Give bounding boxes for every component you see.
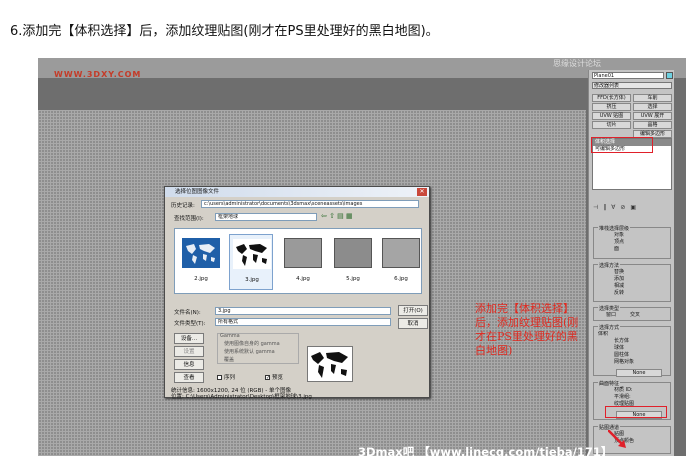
configure-icon[interactable]: ▣ [630, 204, 641, 211]
option-material-id[interactable]: 材质 ID: [594, 387, 670, 394]
modifier-list-dropdown[interactable]: 修改器列表 [592, 82, 672, 89]
gamma-title: Gamma [220, 333, 240, 339]
select-by-group: 选择方法 替换 添加 相减 反转 [593, 262, 671, 302]
select-bitmap-dialog: 选择位图图像文件 ✕ 历史记录: c:\users\administrator\… [164, 186, 430, 400]
thumbnail-item[interactable]: 2.jpg [179, 234, 223, 290]
filetype-dropdown[interactable]: 所有格式 [215, 318, 391, 326]
thumbnail-label: 4.jpg [296, 276, 310, 282]
option-mesh-object[interactable]: 网格对象 [594, 359, 670, 366]
option-box[interactable]: 长方体 [594, 338, 670, 345]
gamma-option-image[interactable]: 使用图像自身的 gamma [224, 340, 280, 347]
select-button[interactable]: 选择 [633, 103, 672, 111]
screenshot-image [284, 238, 322, 268]
ffd-box-button[interactable]: FFD(长方体) [592, 94, 631, 102]
option-vertex[interactable]: 顶点 [594, 239, 670, 246]
unique-icon[interactable]: ∀ [611, 204, 620, 211]
sequence-label: 序列 [224, 375, 236, 381]
object-name-field[interactable]: Plane01 [592, 72, 664, 79]
gamma-option-system[interactable]: 使用系统默认 gamma [224, 348, 275, 355]
info-button[interactable]: 信息 [174, 359, 204, 370]
lathe-button[interactable]: 车削 [633, 94, 672, 102]
annotation-text: 添加完【体积选择】后，添加纹理贴图(刚才在PS里处理好的黑白地图) [475, 302, 579, 357]
thumbnail-label: 5.jpg [346, 276, 360, 282]
viewport-header [38, 78, 586, 110]
option-map[interactable]: 贴图 [594, 431, 670, 438]
group-title: 选择方法 [598, 262, 621, 269]
max-screenshot: WWW.3DXY.COM 思缘设计论坛 Plane01 修改器列表 FFD(长方… [38, 58, 686, 456]
thumbnail-item[interactable]: 5.jpg [331, 234, 375, 290]
navigation-icons[interactable]: ⇦ ⇧ ▤ ▦ [321, 212, 353, 220]
option-face[interactable]: 面 [594, 246, 670, 253]
setup-button[interactable]: 设备... [174, 333, 204, 344]
filetype-label: 文件类型(T): [174, 321, 206, 327]
cancel-button[interactable]: 取消 [398, 318, 428, 329]
pin-stack-icon[interactable]: ⊣ [593, 204, 603, 211]
slice-button[interactable]: 切片 [592, 121, 631, 129]
preview-label: 预览 [272, 375, 284, 381]
settings-button[interactable]: 设置 [174, 346, 204, 357]
history-dropdown[interactable]: c:\users\administrator\documents\3dsmax\… [201, 200, 419, 208]
dialog-title: 选择位图图像文件 [175, 189, 220, 195]
lookin-label: 查找范围(I): [174, 216, 204, 222]
texture-none-highlight [605, 406, 667, 418]
group-title: 曲面特征 [598, 380, 621, 387]
option-replace[interactable]: 替换 [594, 269, 670, 276]
filename-input[interactable]: 3.jpg [215, 307, 391, 315]
screenshot-image [382, 238, 420, 268]
object-color-swatch[interactable] [666, 72, 673, 79]
open-button[interactable]: 打开(O) [398, 305, 428, 316]
bw-map-image [233, 239, 271, 269]
option-add[interactable]: 添加 [594, 276, 670, 283]
remove-modifier-icon[interactable]: ⊘ [620, 204, 630, 211]
select-by-volume-group: 选择方式 体积 长方体 球体 圆柱体 网格对象 None [593, 324, 671, 377]
screenshot-image [334, 238, 372, 268]
file-thumbnail-list: 2.jpg 3.jpg 4.jpg 5.jpg 6.jpg [174, 228, 422, 294]
thumbnail-item[interactable]: 6.jpg [379, 234, 423, 290]
uvw-map-button[interactable]: UVW 贴图 [592, 112, 631, 120]
stack-toolbar: ⊣‖∀⊘▣ [593, 204, 671, 212]
gamma-option-override[interactable]: 覆盖 [224, 356, 234, 363]
thumbnail-item[interactable]: 4.jpg [281, 234, 325, 290]
command-panel: Plane01 修改器列表 FFD(长方体) 车削 挤压 选择 UVW 贴图 U… [588, 70, 674, 456]
footer-watermark: 3Dmax吧 【www.linecg.com/tieba/171】 [358, 445, 613, 456]
dialog-titlebar: 选择位图图像文件 ✕ [165, 187, 429, 197]
option-object[interactable]: 对象 [594, 232, 670, 239]
lattice-button[interactable]: 晶格 [633, 121, 672, 129]
image-preview [307, 346, 353, 382]
preview-checkbox[interactable]: ✓ 预览 [265, 373, 283, 381]
mesh-object-none-button[interactable]: None [616, 369, 662, 377]
uvw-unwrap-button[interactable]: UVW 展开 [633, 112, 672, 120]
thumbnail-label: 2.jpg [194, 276, 208, 282]
option-invert[interactable]: 反转 [594, 290, 670, 297]
extrude-button[interactable]: 挤压 [592, 103, 631, 111]
group-title: 选择方式 [598, 324, 621, 331]
option-window[interactable]: 窗口 [594, 312, 616, 319]
sequence-checkbox[interactable]: 序列 [217, 373, 235, 381]
thumbnail-label: 6.jpg [394, 276, 408, 282]
gamma-group: Gamma 使用图像自身的 gamma 使用系统默认 gamma 覆盖 [217, 333, 299, 364]
thumbnail-item-selected[interactable]: 3.jpg [229, 234, 273, 290]
filename-label: 文件名(N): [174, 310, 201, 316]
option-smoothing-group[interactable]: 平滑组: [594, 394, 670, 401]
stack-selection-group: 堆栈选择层级 对象 顶点 面 [593, 225, 671, 259]
thumbnail-label: 3.jpg [245, 277, 259, 283]
view-button[interactable]: 查看 [174, 372, 204, 383]
option-sphere[interactable]: 球体 [594, 345, 670, 352]
watermark-right: 思缘设计论坛 [553, 59, 601, 68]
option-subtract[interactable]: 相减 [594, 283, 670, 290]
option-cylinder[interactable]: 圆柱体 [594, 352, 670, 359]
step-caption: 6.添加完【体积选择】后，添加纹理贴图(刚才在PS里处理好的黑白地图)。 [10, 24, 439, 39]
lookin-dropdown[interactable]: 框架地球 [215, 213, 317, 221]
group-title: 堆栈选择层级 [598, 225, 631, 232]
option-crossing[interactable]: 交叉 [616, 312, 640, 319]
volume-label: 体积 [598, 331, 609, 337]
history-label: 历史记录: [171, 203, 195, 209]
world-map-image [182, 238, 220, 268]
group-title: 选择类型 [598, 305, 621, 312]
close-icon[interactable]: ✕ [417, 188, 427, 196]
vol-select-highlight [591, 137, 653, 153]
select-type-group: 选择类型 窗口 交叉 [593, 305, 671, 321]
location-text: 位置: C:\Users\Administrator\Desktop\框架地球\… [171, 394, 312, 400]
